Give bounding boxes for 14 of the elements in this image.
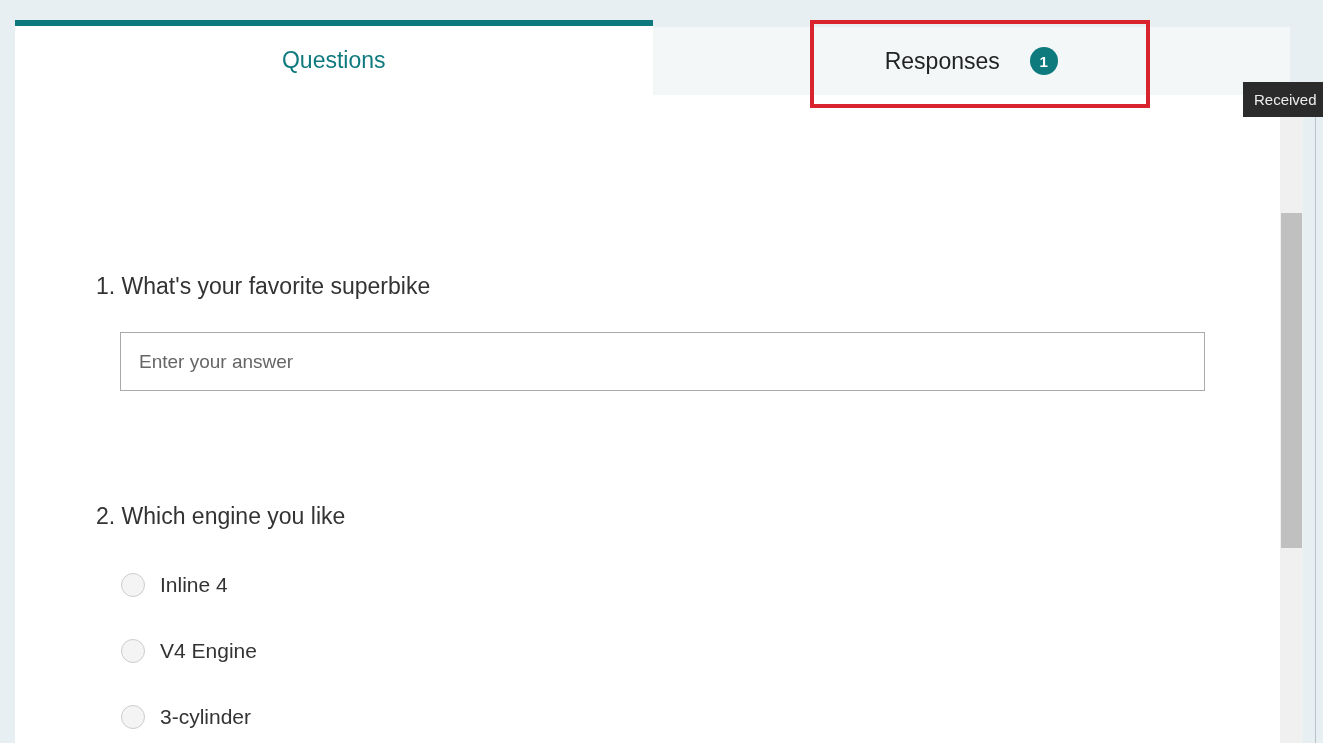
- count-badge: 1: [1029, 47, 1058, 75]
- form-tab[interactable]: Questions: [15, 20, 653, 95]
- question-title: 1. What's your favorite superbike: [96, 273, 432, 300]
- radio-button[interactable]: [121, 639, 145, 663]
- radio-button[interactable]: [121, 705, 145, 729]
- radio-button[interactable]: [121, 573, 145, 597]
- option-label: V4 Engine: [160, 639, 257, 663]
- scrollbar-thumb[interactable]: [1281, 213, 1302, 548]
- option-label: Inline 4: [160, 573, 228, 597]
- form-tab[interactable]: Responses 1: [652, 27, 1290, 95]
- tooltip: Received: [1243, 82, 1323, 117]
- question-title: 2. Which engine you like: [96, 503, 347, 530]
- option-label: 3-cylinder: [160, 705, 252, 729]
- answer-field[interactable]: Enter your answer: [120, 332, 1205, 391]
